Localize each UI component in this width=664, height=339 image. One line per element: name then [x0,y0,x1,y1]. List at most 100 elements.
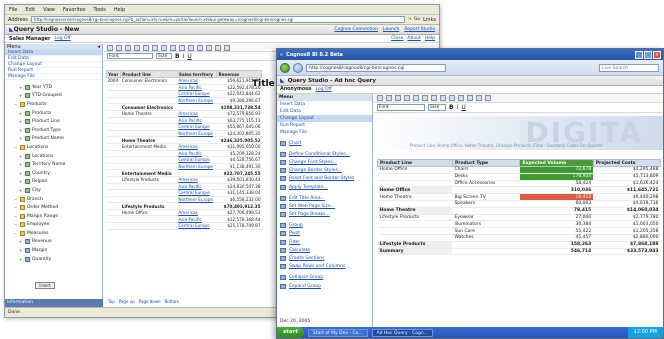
insert-button[interactable]: Insert [35,282,55,289]
expand-icon[interactable]: − [14,145,18,150]
expand-icon[interactable]: + [19,111,23,116]
expand-icon[interactable]: − [14,197,18,202]
col-projected-costs[interactable]: Projected Costs [592,159,662,167]
tree-item[interactable]: − Order Method [9,203,102,212]
tree-item[interactable]: − Locations [9,143,102,152]
group-icon[interactable] [224,44,230,51]
run-icon[interactable] [179,44,185,51]
cell-sales-territory[interactable]: Americas [177,176,217,184]
expand-icon[interactable]: + [19,257,23,262]
undo-icon[interactable] [431,95,437,101]
menu-item-edit-data[interactable]: Edit Data [277,108,372,115]
minimize-icon[interactable]: _ [635,50,643,59]
cell-sales-territory[interactable]: Asia Pacific [177,215,217,224]
save-icon[interactable] [377,95,383,101]
copy-icon[interactable] [404,95,410,101]
links-label[interactable]: Links [423,17,436,23]
cell-sales-territory[interactable]: Americas [177,209,217,217]
filter-icon[interactable] [188,44,194,51]
pager-bottom[interactable]: Bottom [165,299,180,304]
cell-sales-territory[interactable]: Asia Pacific [177,150,217,158]
expand-icon[interactable]: + [19,179,23,184]
layout-action[interactable]: Change Font Styles... [280,158,372,166]
underline-icon[interactable]: U [187,53,191,60]
layout-action[interactable]: Pivot [280,230,372,238]
cell-sales-territory[interactable]: Asia Pacific [177,117,217,125]
pager-page-up[interactable]: Page up [119,299,135,304]
undo-icon[interactable] [161,44,167,51]
go-button[interactable]: ➔ Go [408,17,420,22]
layout-action[interactable]: Chart [280,139,372,147]
italic-icon[interactable]: I [457,104,459,111]
tree-item[interactable]: + Products [9,109,102,118]
logoff-link[interactable]: Log Off [316,87,332,92]
tree-item[interactable]: + Country [9,169,102,178]
tree-item[interactable]: − Margin Range [9,212,102,221]
expand-icon[interactable]: + [19,171,23,176]
forward-icon[interactable] [293,62,303,73]
redo-icon[interactable] [170,44,176,51]
font-select[interactable]: Font [107,53,153,59]
search-input[interactable]: Live Search [599,63,659,72]
about-link[interactable]: About [407,36,420,41]
open-icon[interactable] [116,44,122,51]
expand-icon[interactable]: + [19,248,23,253]
expand-icon[interactable]: − [14,222,18,227]
menu-favorites[interactable]: Favorites [63,7,86,13]
menu-item-run-report[interactable]: Run Report [277,122,372,129]
delete-icon[interactable] [152,44,158,51]
layout-action[interactable]: Define Conditional Styles... [280,150,372,158]
paste-icon[interactable] [413,95,419,101]
close-icon[interactable]: × [653,50,661,59]
help-link[interactable]: Help [425,36,435,41]
report-studio-link[interactable]: Report Studio [404,27,435,32]
layout-action[interactable]: Apply Template... [280,183,372,191]
tree-item[interactable]: + Quantity [9,255,102,264]
bold-icon[interactable]: B [449,104,454,111]
tree-item[interactable]: + Region [9,178,102,187]
tree-item[interactable]: + Locations [9,152,102,161]
size-select[interactable]: Size [428,104,446,111]
menu-edit[interactable]: Edit [25,7,35,13]
tree-item[interactable]: + Territory Name [9,160,102,169]
sum-icon[interactable] [206,44,212,51]
italic-icon[interactable]: I [183,53,185,60]
sum-icon[interactable] [476,95,482,101]
expand-icon[interactable]: + [19,119,23,124]
cut-icon[interactable] [125,44,131,51]
layout-action[interactable]: Collapse Group [280,274,372,282]
expand-icon[interactable]: + [19,188,23,193]
layout-action[interactable]: Swap Rows and Columns [280,263,372,271]
cell-sales-territory[interactable]: Central Europe [177,222,217,230]
information-bar[interactable]: Information [5,299,103,307]
delete-icon[interactable] [422,95,428,101]
tree-item[interactable]: + Year YTD [9,83,102,92]
pager-top[interactable]: Top [108,299,115,304]
cell-sales-territory[interactable]: Central Europe [177,123,217,131]
menu-file[interactable]: File [9,7,17,13]
expand-icon[interactable]: − [14,231,18,236]
maximize-icon[interactable]: □ [644,50,652,59]
expand-icon[interactable]: + [19,162,23,167]
open-icon[interactable] [386,95,392,101]
cell-sales-territory[interactable]: Northern Europe [177,130,217,138]
expand-icon[interactable]: + [19,85,23,90]
size-select[interactable]: Size [156,53,172,59]
underline-icon[interactable]: U [461,104,465,111]
menu-item-manage-file[interactable]: Manage File [277,129,372,136]
layout-action[interactable]: Calculate [280,246,372,254]
cell-sales-territory[interactable]: Americas [177,110,217,118]
cell-sales-territory[interactable]: Northern Europe [177,196,217,204]
tree-item[interactable]: + Product Name [9,135,102,144]
menu-help[interactable]: Help [114,7,125,13]
layout-action[interactable]: Set Page Breaks... [280,211,372,219]
cell-sales-territory[interactable]: Americas [177,77,217,85]
col-product-type[interactable]: Product Type [451,159,521,167]
cell-sales-territory[interactable]: Americas [177,143,217,151]
collapse-icon[interactable]: ◂ [97,44,100,50]
taskbar-item[interactable]: Start of My Dev - Co... [307,328,368,337]
layout-action[interactable]: Group [280,222,372,230]
tree-item[interactable]: − Measures [9,229,102,238]
report-title[interactable]: Title [252,79,275,89]
col-product-line[interactable]: Product Line [377,159,453,167]
